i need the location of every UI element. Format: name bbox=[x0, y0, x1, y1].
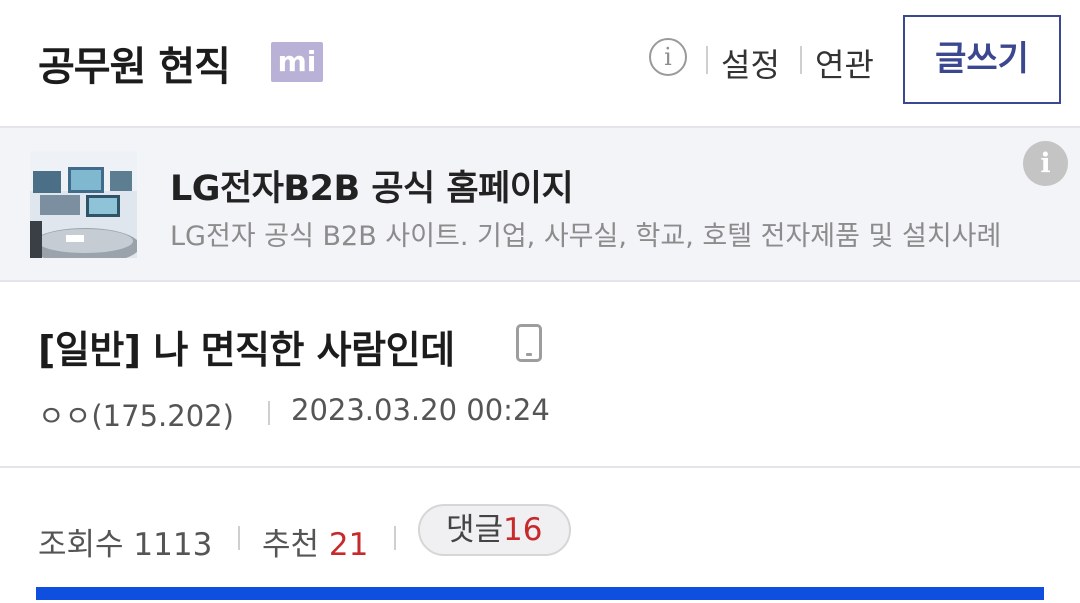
post-stats: 조회수 1113 추천 21 댓글16 bbox=[0, 468, 1080, 603]
divider bbox=[238, 526, 240, 550]
minor-gallery-badge: mi bbox=[271, 42, 323, 82]
divider bbox=[394, 526, 396, 550]
ad-title[interactable]: LG전자B2B 공식 홈페이지 bbox=[170, 160, 574, 211]
post-datetime: 2023.03.20 00:24 bbox=[291, 393, 550, 427]
comment-label: 댓글 bbox=[446, 512, 504, 548]
divider bbox=[706, 46, 708, 74]
info-icon[interactable]: i bbox=[649, 38, 687, 76]
settings-link[interactable]: 설정 bbox=[721, 40, 780, 86]
gallery-header: 공무원 현직 mi i 설정 연관 글쓰기 bbox=[0, 0, 1080, 128]
divider bbox=[268, 401, 270, 425]
view-count-value: 1113 bbox=[133, 527, 213, 563]
ad-banner[interactable]: LG전자B2B 공식 홈페이지 LG전자 공식 B2B 사이트. 기업, 사무실… bbox=[0, 128, 1080, 282]
ad-description[interactable]: LG전자 공식 B2B 사이트. 기업, 사무실, 학교, 호텔 전자제품 및 … bbox=[170, 214, 1001, 253]
write-button[interactable]: 글쓰기 bbox=[903, 15, 1061, 104]
recommend-value: 21 bbox=[328, 527, 369, 563]
gallery-title[interactable]: 공무원 현직 bbox=[38, 34, 231, 92]
mobile-icon bbox=[516, 324, 542, 362]
view-count-label: 조회수 bbox=[38, 527, 124, 563]
ad-thumbnail[interactable] bbox=[30, 151, 137, 258]
post-author[interactable]: ㅇㅇ(175.202) bbox=[38, 393, 234, 435]
post-title: [일반] 나 면직한 사람인데 bbox=[38, 328, 455, 372]
recommend-count: 추천 21 bbox=[262, 519, 368, 564]
content-top-bar bbox=[36, 587, 1044, 600]
comment-count-button[interactable]: 댓글16 bbox=[418, 504, 571, 556]
post-header: [일반] 나 면직한 사람인데 ㅇㅇ(175.202) 2023.03.20 0… bbox=[0, 282, 1080, 468]
related-link[interactable]: 연관 bbox=[815, 40, 874, 86]
comment-count-value: 16 bbox=[503, 512, 543, 548]
view-count: 조회수 1113 bbox=[38, 519, 212, 564]
ad-info-icon[interactable]: i bbox=[1023, 141, 1068, 186]
recommend-label: 추천 bbox=[262, 527, 320, 563]
divider bbox=[800, 46, 802, 74]
